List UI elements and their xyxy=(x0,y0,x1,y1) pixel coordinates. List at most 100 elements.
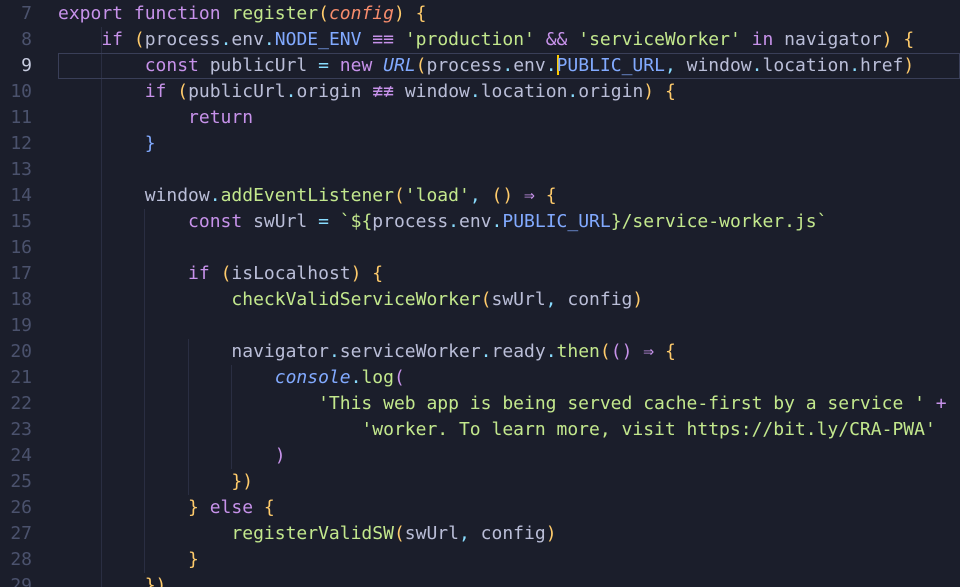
code-token: env xyxy=(231,29,264,50)
code-token: window xyxy=(404,81,470,102)
code-token: ⇒ xyxy=(513,185,546,206)
code-token: function xyxy=(133,3,232,24)
code-token: . xyxy=(220,29,232,50)
code-line[interactable]: 29 }) xyxy=(0,573,960,587)
code-token: . xyxy=(545,341,557,362)
code-line[interactable]: 14 window.addEventListener('load', () ⇒ … xyxy=(0,183,960,209)
code-line[interactable]: 12 } xyxy=(0,131,960,157)
code-line[interactable]: 17 if (isLocalhost) { xyxy=(0,261,960,287)
code-line[interactable]: 27 registerValidSW(swUrl, config) xyxy=(0,521,960,547)
line-code: } xyxy=(58,131,960,157)
line-number: 12 xyxy=(10,133,32,154)
code-token: swUrl xyxy=(491,289,546,310)
line-code xyxy=(58,313,960,339)
code-token: { xyxy=(263,497,275,518)
code-token: console xyxy=(58,367,351,388)
code-line[interactable]: 26 } else { xyxy=(0,495,960,521)
code-token: env xyxy=(513,55,546,76)
code-token: return xyxy=(58,107,254,128)
code-token: } xyxy=(58,497,210,518)
line-code: return xyxy=(58,105,960,131)
code-token: ( xyxy=(393,523,405,544)
code-token: . xyxy=(491,211,503,232)
code-token: if xyxy=(58,81,178,102)
line-number: 7 xyxy=(21,3,32,24)
line-code: checkValidServiceWorker(swUrl, config) xyxy=(58,287,960,313)
code-line[interactable]: 15 const swUrl = `${process.env.PUBLIC_U… xyxy=(0,209,960,235)
code-token: swUrl xyxy=(404,523,459,544)
code-token: config xyxy=(567,289,633,310)
code-token: origin xyxy=(578,81,644,102)
code-line[interactable]: 24 ) xyxy=(0,443,960,469)
line-code: } xyxy=(58,547,960,573)
code-token: ) xyxy=(58,445,286,466)
code-token: ⇒ xyxy=(632,341,665,362)
code-token: /service-worker.js` xyxy=(621,211,828,232)
line-code: 'worker. To learn more, visit https://bi… xyxy=(58,417,960,443)
code-line[interactable]: 28 } xyxy=(0,547,960,573)
code-token: , xyxy=(469,185,492,206)
code-token: PUBLIC_URL xyxy=(556,55,665,76)
code-line[interactable]: 20 navigator.serviceWorker.ready.then(()… xyxy=(0,339,960,365)
code-token: } xyxy=(58,133,156,154)
code-token: const xyxy=(58,55,210,76)
code-token: } xyxy=(610,211,622,232)
code-token: ) xyxy=(643,81,655,102)
code-token: { xyxy=(892,29,915,50)
code-token: { xyxy=(404,3,427,24)
code-token: { xyxy=(664,341,676,362)
code-line[interactable]: 21 console.log( xyxy=(0,365,960,391)
code-token: 'production' xyxy=(404,29,535,50)
code-token: . xyxy=(502,55,514,76)
code-token: registerValidSW xyxy=(58,523,394,544)
line-number: 25 xyxy=(10,471,32,492)
code-token: } xyxy=(58,549,199,570)
code-token: . xyxy=(328,341,340,362)
code-token: window xyxy=(686,55,752,76)
code-token: 'This web app is being served cache-firs… xyxy=(58,393,925,414)
code-line[interactable]: 10 if (publicUrl.origin ≢≢ window.locati… xyxy=(0,79,960,105)
code-token: . xyxy=(849,55,861,76)
code-token: ( xyxy=(415,55,427,76)
code-token: serviceWorker xyxy=(339,341,481,362)
code-line[interactable]: 8 if (process.env.NODE_ENV ≡≡ 'productio… xyxy=(0,27,960,53)
code-token: () xyxy=(491,185,514,206)
code-token: ( xyxy=(393,367,405,388)
code-token: navigator xyxy=(784,29,882,50)
code-token: env xyxy=(459,211,492,232)
code-line[interactable]: 23 'worker. To learn more, visit https:/… xyxy=(0,417,960,443)
code-editor[interactable]: 7 export function register(config) {8 if … xyxy=(0,0,960,587)
code-line[interactable]: 7 export function register(config) { xyxy=(0,1,960,27)
code-token: . xyxy=(209,185,221,206)
code-token: . xyxy=(263,29,275,50)
code-token: ≡≡ xyxy=(361,29,405,50)
code-line[interactable]: 9 const publicUrl = new URL(process.env.… xyxy=(0,53,960,79)
code-token: swUrl xyxy=(253,211,308,232)
line-number: 19 xyxy=(10,315,32,336)
code-token: . xyxy=(567,81,579,102)
code-line[interactable]: 22 'This web app is being served cache-f… xyxy=(0,391,960,417)
line-code: }) xyxy=(58,573,960,587)
line-code: 'This web app is being served cache-firs… xyxy=(58,391,960,417)
code-token: ( xyxy=(177,81,189,102)
code-line[interactable]: 25 }) xyxy=(0,469,960,495)
code-token: process xyxy=(372,211,449,232)
code-token: = xyxy=(307,55,340,76)
code-token: ( xyxy=(220,263,232,284)
code-token: }) xyxy=(58,575,167,587)
code-line[interactable]: 11 return xyxy=(0,105,960,131)
code-token: origin xyxy=(296,81,362,102)
line-code: const swUrl = `${process.env.PUBLIC_URL}… xyxy=(58,209,960,235)
code-token: 'worker. To learn more, visit https://bi… xyxy=(58,419,936,440)
code-line[interactable]: 13 xyxy=(0,157,960,183)
code-token: ) xyxy=(350,263,362,284)
code-token: . xyxy=(448,211,459,232)
code-token: in xyxy=(740,29,785,50)
line-number: 29 xyxy=(10,575,32,587)
code-line[interactable]: 19 xyxy=(0,313,960,339)
code-token: 'load' xyxy=(404,185,470,206)
code-line[interactable]: 18 checkValidServiceWorker(swUrl, config… xyxy=(0,287,960,313)
code-line[interactable]: 16 xyxy=(0,235,960,261)
line-number: 15 xyxy=(10,211,32,232)
code-token: checkValidServiceWorker xyxy=(58,289,481,310)
